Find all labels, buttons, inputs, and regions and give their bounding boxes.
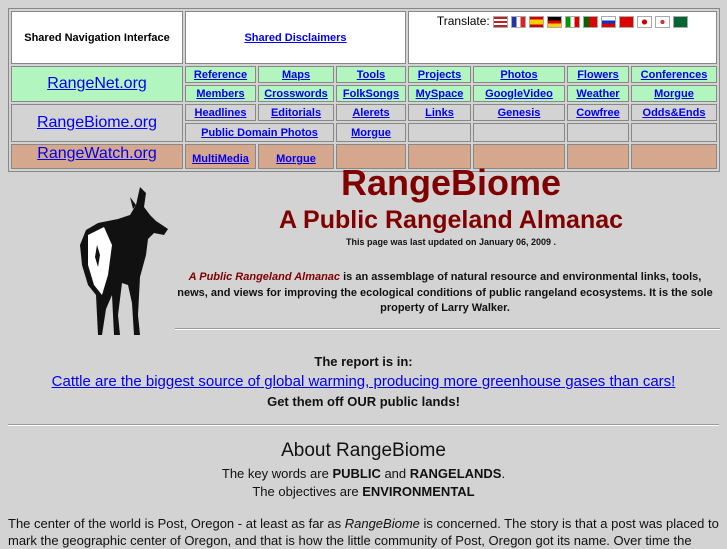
flag-spanish-icon[interactable] [529, 15, 545, 28]
flag-french-icon[interactable] [511, 15, 527, 28]
global-warming-link[interactable]: Cattle are the biggest source of global … [52, 373, 676, 390]
rangewatch-link[interactable]: RangeWatch.org [37, 145, 156, 162]
page-subtitle: A Public Rangeland Almanac [278, 206, 624, 234]
shared-nav-label: Shared Navigation Interface [11, 11, 183, 64]
nav-members[interactable]: Members [196, 88, 244, 100]
nav-tools[interactable]: Tools [357, 69, 386, 81]
shared-disclaimers-link[interactable]: Shared Disclaimers [244, 32, 346, 44]
translate-flags [493, 15, 689, 28]
nav-photos[interactable]: Photos [500, 69, 537, 81]
nav-conferences[interactable]: Conferences [641, 69, 708, 81]
flag-italian-icon[interactable] [565, 15, 581, 28]
flag-korean-icon[interactable] [655, 15, 671, 28]
flag-russian-icon[interactable] [601, 15, 617, 28]
nav-odds-ends[interactable]: Odds&Ends [643, 107, 706, 119]
about-objectives: The objectives are ENVIRONMENTAL [252, 484, 475, 499]
flag-english-icon[interactable] [493, 15, 509, 28]
last-updated: This page was last updated on January 06… [345, 237, 557, 247]
divider [175, 328, 720, 330]
rangebiome-link[interactable]: RangeBiome.org [37, 114, 157, 131]
nav-reference[interactable]: Reference [194, 69, 247, 81]
nav-flowers[interactable]: Flowers [577, 69, 619, 81]
nav-links[interactable]: Links [425, 107, 454, 119]
nav-crosswords[interactable]: Crosswords [264, 88, 328, 100]
flag-portuguese-icon[interactable] [583, 15, 599, 28]
site-header: RangeBiome A Public Rangeland Almanac Th… [175, 162, 727, 247]
translate-label: Translate: [436, 14, 490, 28]
about-title: About RangeBiome [281, 440, 446, 461]
flag-japanese-icon[interactable] [637, 15, 653, 28]
flag-chinese-icon[interactable] [619, 15, 635, 28]
shared-navigation-table: Shared Navigation Interface Shared Discl… [8, 8, 720, 172]
divider [8, 424, 719, 426]
nav-googlevideo[interactable]: GoogleVideo [485, 88, 553, 100]
nav-morgue-rangebiome[interactable]: Morgue [351, 127, 391, 139]
nav-alerets[interactable]: Alerets [352, 107, 389, 119]
page-title: RangeBiome [340, 162, 562, 203]
report-lead: The report is in: [314, 354, 413, 369]
intro-paragraph: A Public Rangeland Almanac is an assembl… [175, 270, 715, 317]
nav-maps[interactable]: Maps [282, 69, 310, 81]
pronghorn-logo [80, 187, 168, 335]
nav-projects[interactable]: Projects [418, 69, 461, 81]
nav-headlines[interactable]: Headlines [195, 107, 247, 119]
nav-editorials[interactable]: Editorials [271, 107, 321, 119]
nav-cowfree[interactable]: Cowfree [576, 107, 619, 119]
nav-morgue-rangenet[interactable]: Morgue [654, 88, 694, 100]
report-tail: Get them off OUR public lands! [267, 394, 460, 409]
flag-arabic-icon[interactable] [673, 15, 689, 28]
nav-genesis[interactable]: Genesis [498, 107, 541, 119]
rangenet-link[interactable]: RangeNet.org [47, 75, 147, 92]
nav-myspace[interactable]: MySpace [416, 88, 464, 100]
nav-weather[interactable]: Weather [576, 88, 619, 100]
body-paragraph: The center of the world is Post, Oregon … [8, 516, 719, 548]
nav-public-domain-photos[interactable]: Public Domain Photos [201, 127, 318, 139]
about-keywords: The key words are PUBLIC and RANGELANDS. [221, 466, 506, 481]
nav-folksongs[interactable]: FolkSongs [343, 88, 399, 100]
intro-emphasis: A Public Rangeland Almanac [188, 271, 341, 283]
flag-german-icon[interactable] [547, 15, 563, 28]
